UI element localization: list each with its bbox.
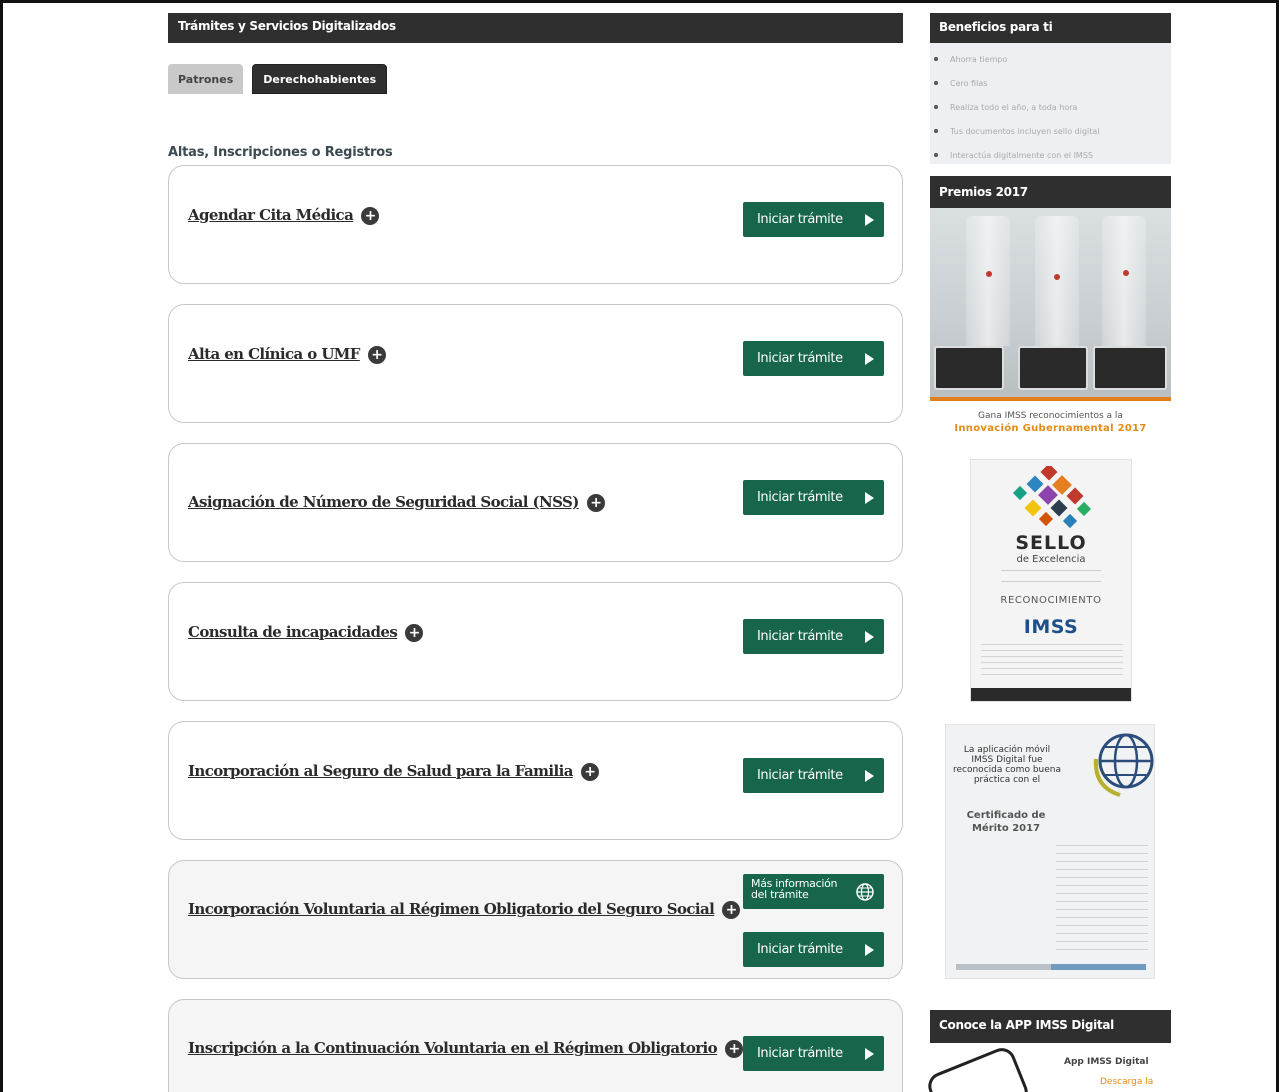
- globe-icon: [856, 883, 874, 901]
- awards-photo[interactable]: [930, 208, 1171, 400]
- benefits-list: Ahorra tiempo Cero filas Realiza todo el…: [930, 43, 1171, 164]
- service-title-link[interactable]: Inscripción a la Continuación Voluntaria…: [188, 1039, 744, 1058]
- service-card: Consulta de incapacidades + Iniciar trámi…: [168, 582, 903, 701]
- awards-header: Premios 2017: [930, 176, 1171, 209]
- section-title: Altas, Inscripciones o Registros: [168, 145, 393, 160]
- awards-caption: Gana IMSS reconocimientos a la Innovació…: [954, 411, 1147, 434]
- bullet-icon: [934, 57, 938, 61]
- app-header: Conoce la APP IMSS Digital: [930, 1010, 1171, 1043]
- play-arrow-icon: [865, 214, 874, 226]
- benefit-item: Cero filas: [934, 71, 1161, 95]
- bullet-icon: [934, 105, 938, 109]
- service-title-link[interactable]: Consulta de incapacidades +: [188, 623, 424, 642]
- iniciar-tramite-button[interactable]: Iniciar trámite: [743, 932, 884, 967]
- benefits-header: Beneficios para ti: [930, 13, 1171, 43]
- service-title-link[interactable]: Incorporación al Seguro de Salud para la…: [188, 762, 599, 781]
- plus-circle-icon[interactable]: +: [586, 494, 605, 512]
- plus-circle-icon[interactable]: +: [725, 1040, 744, 1058]
- plus-circle-icon[interactable]: +: [361, 207, 380, 225]
- iniciar-tramite-button[interactable]: Iniciar trámite: [743, 480, 884, 515]
- play-arrow-icon: [865, 770, 874, 782]
- plus-circle-icon[interactable]: +: [405, 624, 424, 642]
- page-frame: Trámites y Servicios Digitalizados Patro…: [0, 0, 1279, 1092]
- benefit-item: Ahorra tiempo: [934, 47, 1161, 71]
- benefit-item: Realiza todo el año, a toda hora: [934, 95, 1161, 119]
- play-arrow-icon: [865, 944, 874, 956]
- smartphone-icon: [924, 1043, 1032, 1092]
- sello-excelencia-image[interactable]: SELLO de Excelencia RECONOCIMIENTO IMSS: [970, 459, 1132, 702]
- bullet-icon: [934, 81, 938, 85]
- iniciar-tramite-button[interactable]: Iniciar trámite: [743, 341, 884, 376]
- service-card: Agendar Cita Médica + Iniciar trámite: [168, 165, 903, 284]
- service-card: Asignación de Número de Seguridad Social…: [168, 443, 903, 562]
- photo-accent-bar: [930, 397, 1171, 401]
- play-arrow-icon: [865, 353, 874, 365]
- service-title-link[interactable]: Incorporación Voluntaria al Régimen Obli…: [188, 900, 741, 919]
- play-arrow-icon: [865, 631, 874, 643]
- plus-circle-icon[interactable]: +: [367, 346, 386, 364]
- main-column: Trámites y Servicios Digitalizados Patro…: [168, 13, 903, 160]
- app-promo[interactable]: App IMSS Digital Descarga la: [924, 1043, 1171, 1092]
- section-header: Trámites y Servicios Digitalizados: [168, 13, 903, 43]
- benefit-item: Tus documentos incluyen sello digital: [934, 119, 1161, 143]
- sidebar: Beneficios para ti Ahorra tiempo Cero fi…: [924, 13, 1171, 1092]
- tab-derechohabientes[interactable]: Derechohabientes: [252, 64, 388, 94]
- iniciar-tramite-button[interactable]: Iniciar trámite: [743, 619, 884, 654]
- mas-informacion-button[interactable]: Más información del trámite: [743, 874, 884, 909]
- mosaic-logo-icon: [1012, 466, 1092, 529]
- plus-circle-icon[interactable]: +: [580, 763, 599, 781]
- tab-bar: Patrones Derechohabientes: [168, 64, 903, 94]
- bullet-icon: [934, 153, 938, 157]
- service-title-link[interactable]: Agendar Cita Médica +: [188, 206, 380, 225]
- plus-circle-icon[interactable]: +: [722, 901, 741, 919]
- certificado-merito-image[interactable]: La aplicación móvil IMSS Digital fue rec…: [945, 724, 1155, 979]
- play-arrow-icon: [865, 1048, 874, 1060]
- benefit-item: Interactúa digitalmente con el IMSS: [934, 143, 1161, 167]
- service-card: Inscripción a la Continuación Voluntaria…: [168, 999, 903, 1092]
- service-title-link[interactable]: Alta en Clínica o UMF +: [188, 345, 386, 364]
- play-arrow-icon: [865, 492, 874, 504]
- service-card: Alta en Clínica o UMF + Iniciar trámite: [168, 304, 903, 423]
- iniciar-tramite-button[interactable]: Iniciar trámite: [743, 1036, 884, 1071]
- iniciar-tramite-button[interactable]: Iniciar trámite: [743, 758, 884, 793]
- service-card: Incorporación Voluntaria al Régimen Obli…: [168, 860, 903, 979]
- globe-laurel-icon: [1093, 733, 1154, 797]
- bullet-icon: [934, 129, 938, 133]
- tab-patrones[interactable]: Patrones: [168, 64, 244, 94]
- service-title-link[interactable]: Asignación de Número de Seguridad Social…: [188, 493, 605, 512]
- iniciar-tramite-button[interactable]: Iniciar trámite: [743, 202, 884, 237]
- service-card: Incorporación al Seguro de Salud para la…: [168, 721, 903, 840]
